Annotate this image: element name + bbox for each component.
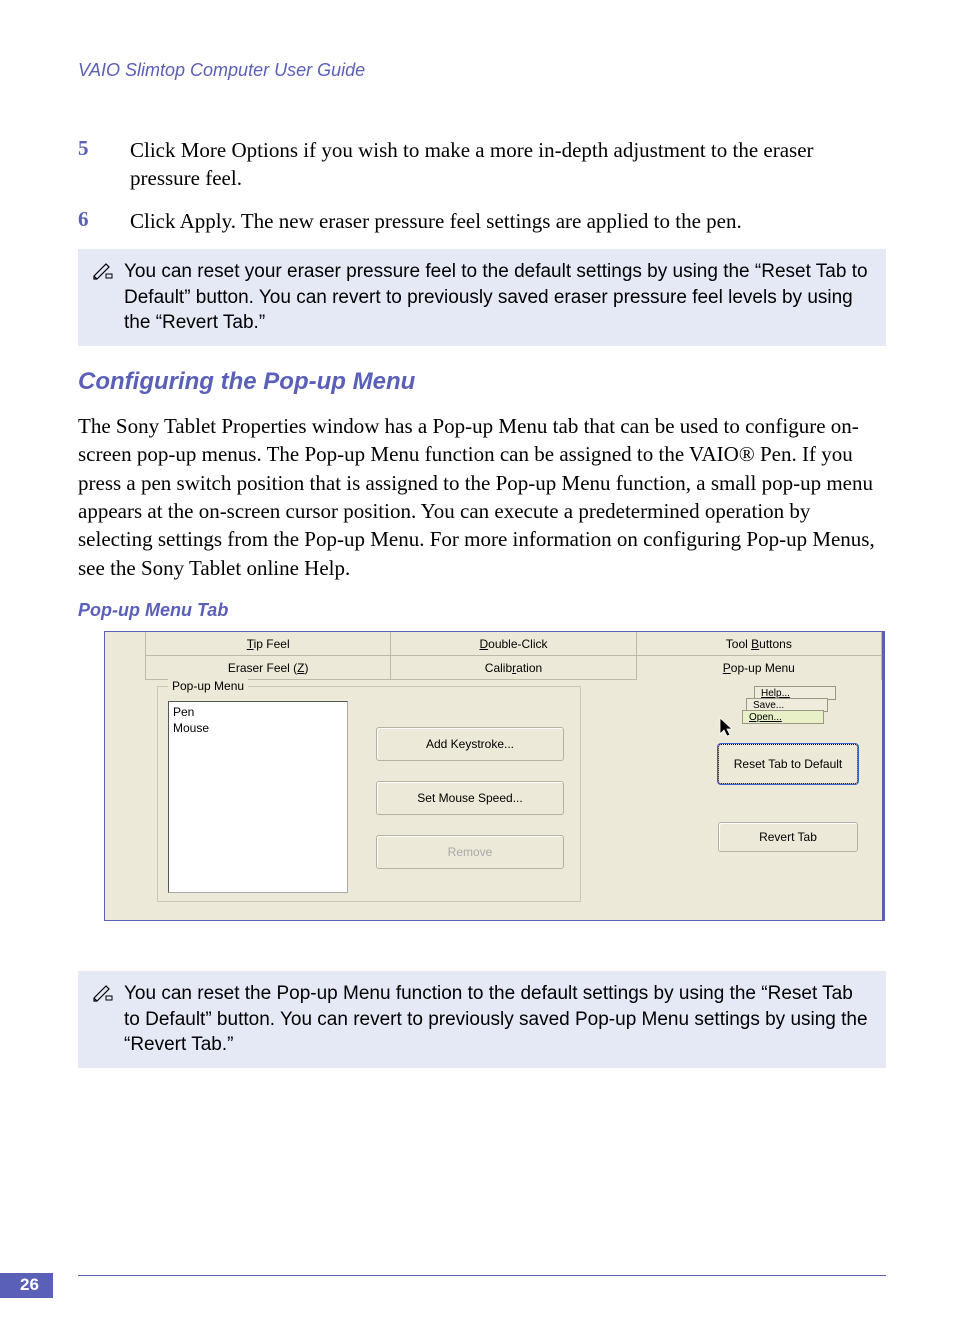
guide-title: VAIO Slimtop Computer User Guide xyxy=(78,60,886,81)
group-legend: Pop-up Menu xyxy=(168,679,248,693)
tab-tip-feel[interactable]: Tip Feel xyxy=(145,632,390,656)
list-item[interactable]: Pen xyxy=(173,704,343,720)
note-box-popup: You can reset the Pop-up Menu function t… xyxy=(78,971,886,1068)
tab-double-click[interactable]: Double-Click xyxy=(390,632,635,656)
cursor-arrow-icon xyxy=(718,716,736,738)
add-keystroke-button[interactable]: Add Keystroke... xyxy=(376,727,564,761)
tablet-properties-dialog: Tip Feel Double-Click Tool Buttons Erase… xyxy=(104,631,885,921)
tab-row-top: Tip Feel Double-Click Tool Buttons xyxy=(105,632,882,656)
note-box-eraser: You can reset your eraser pressure feel … xyxy=(78,249,886,346)
popup-menu-list[interactable]: Pen Mouse xyxy=(168,701,348,893)
step-5: 5 Click More Options if you wish to make… xyxy=(78,136,886,193)
step-text: Click Apply. The new eraser pressure fee… xyxy=(130,207,742,235)
step-text: Click More Options if you wish to make a… xyxy=(130,136,886,193)
note-text: You can reset your eraser pressure feel … xyxy=(120,259,868,336)
tab-popup-menu[interactable]: Pop-up Menu xyxy=(636,656,882,680)
footer-rule xyxy=(78,1275,886,1276)
remove-button: Remove xyxy=(376,835,564,869)
reset-tab-default-button[interactable]: Reset Tab to Default xyxy=(718,744,858,784)
section-paragraph: The Sony Tablet Properties window has a … xyxy=(78,412,886,582)
set-mouse-speed-button[interactable]: Set Mouse Speed... xyxy=(376,781,564,815)
stacked-menu-preview: Help... Save... Open... xyxy=(718,686,858,744)
pencil-note-icon xyxy=(92,262,120,285)
tab-calibration[interactable]: Calibration xyxy=(390,656,635,680)
pencil-note-icon xyxy=(92,984,120,1007)
note-text: You can reset the Pop-up Menu function t… xyxy=(120,981,868,1058)
list-item[interactable]: Mouse xyxy=(173,720,343,736)
side-button-column: Help... Save... Open... Reset Tab to Def… xyxy=(718,686,858,872)
tab-row-bottom: Eraser Feel (Z) Calibration Pop-up Menu xyxy=(105,656,882,680)
thumb-open[interactable]: Open... xyxy=(742,710,824,724)
page-number: 26 xyxy=(0,1273,53,1298)
popup-menu-group: Pop-up Menu Pen Mouse Add Keystroke... S… xyxy=(157,686,581,902)
tab-content-popup: Pop-up Menu Pen Mouse Add Keystroke... S… xyxy=(105,680,882,920)
tab-eraser-feel[interactable]: Eraser Feel (Z) xyxy=(145,656,390,680)
section-heading: Configuring the Pop-up Menu xyxy=(78,368,886,396)
revert-tab-button[interactable]: Revert Tab xyxy=(718,822,858,852)
step-number: 6 xyxy=(78,207,130,235)
step-number: 5 xyxy=(78,136,130,193)
step-6: 6 Click Apply. The new eraser pressure f… xyxy=(78,207,886,235)
figure-caption: Pop-up Menu Tab xyxy=(78,600,886,621)
tab-tool-buttons[interactable]: Tool Buttons xyxy=(636,632,882,656)
